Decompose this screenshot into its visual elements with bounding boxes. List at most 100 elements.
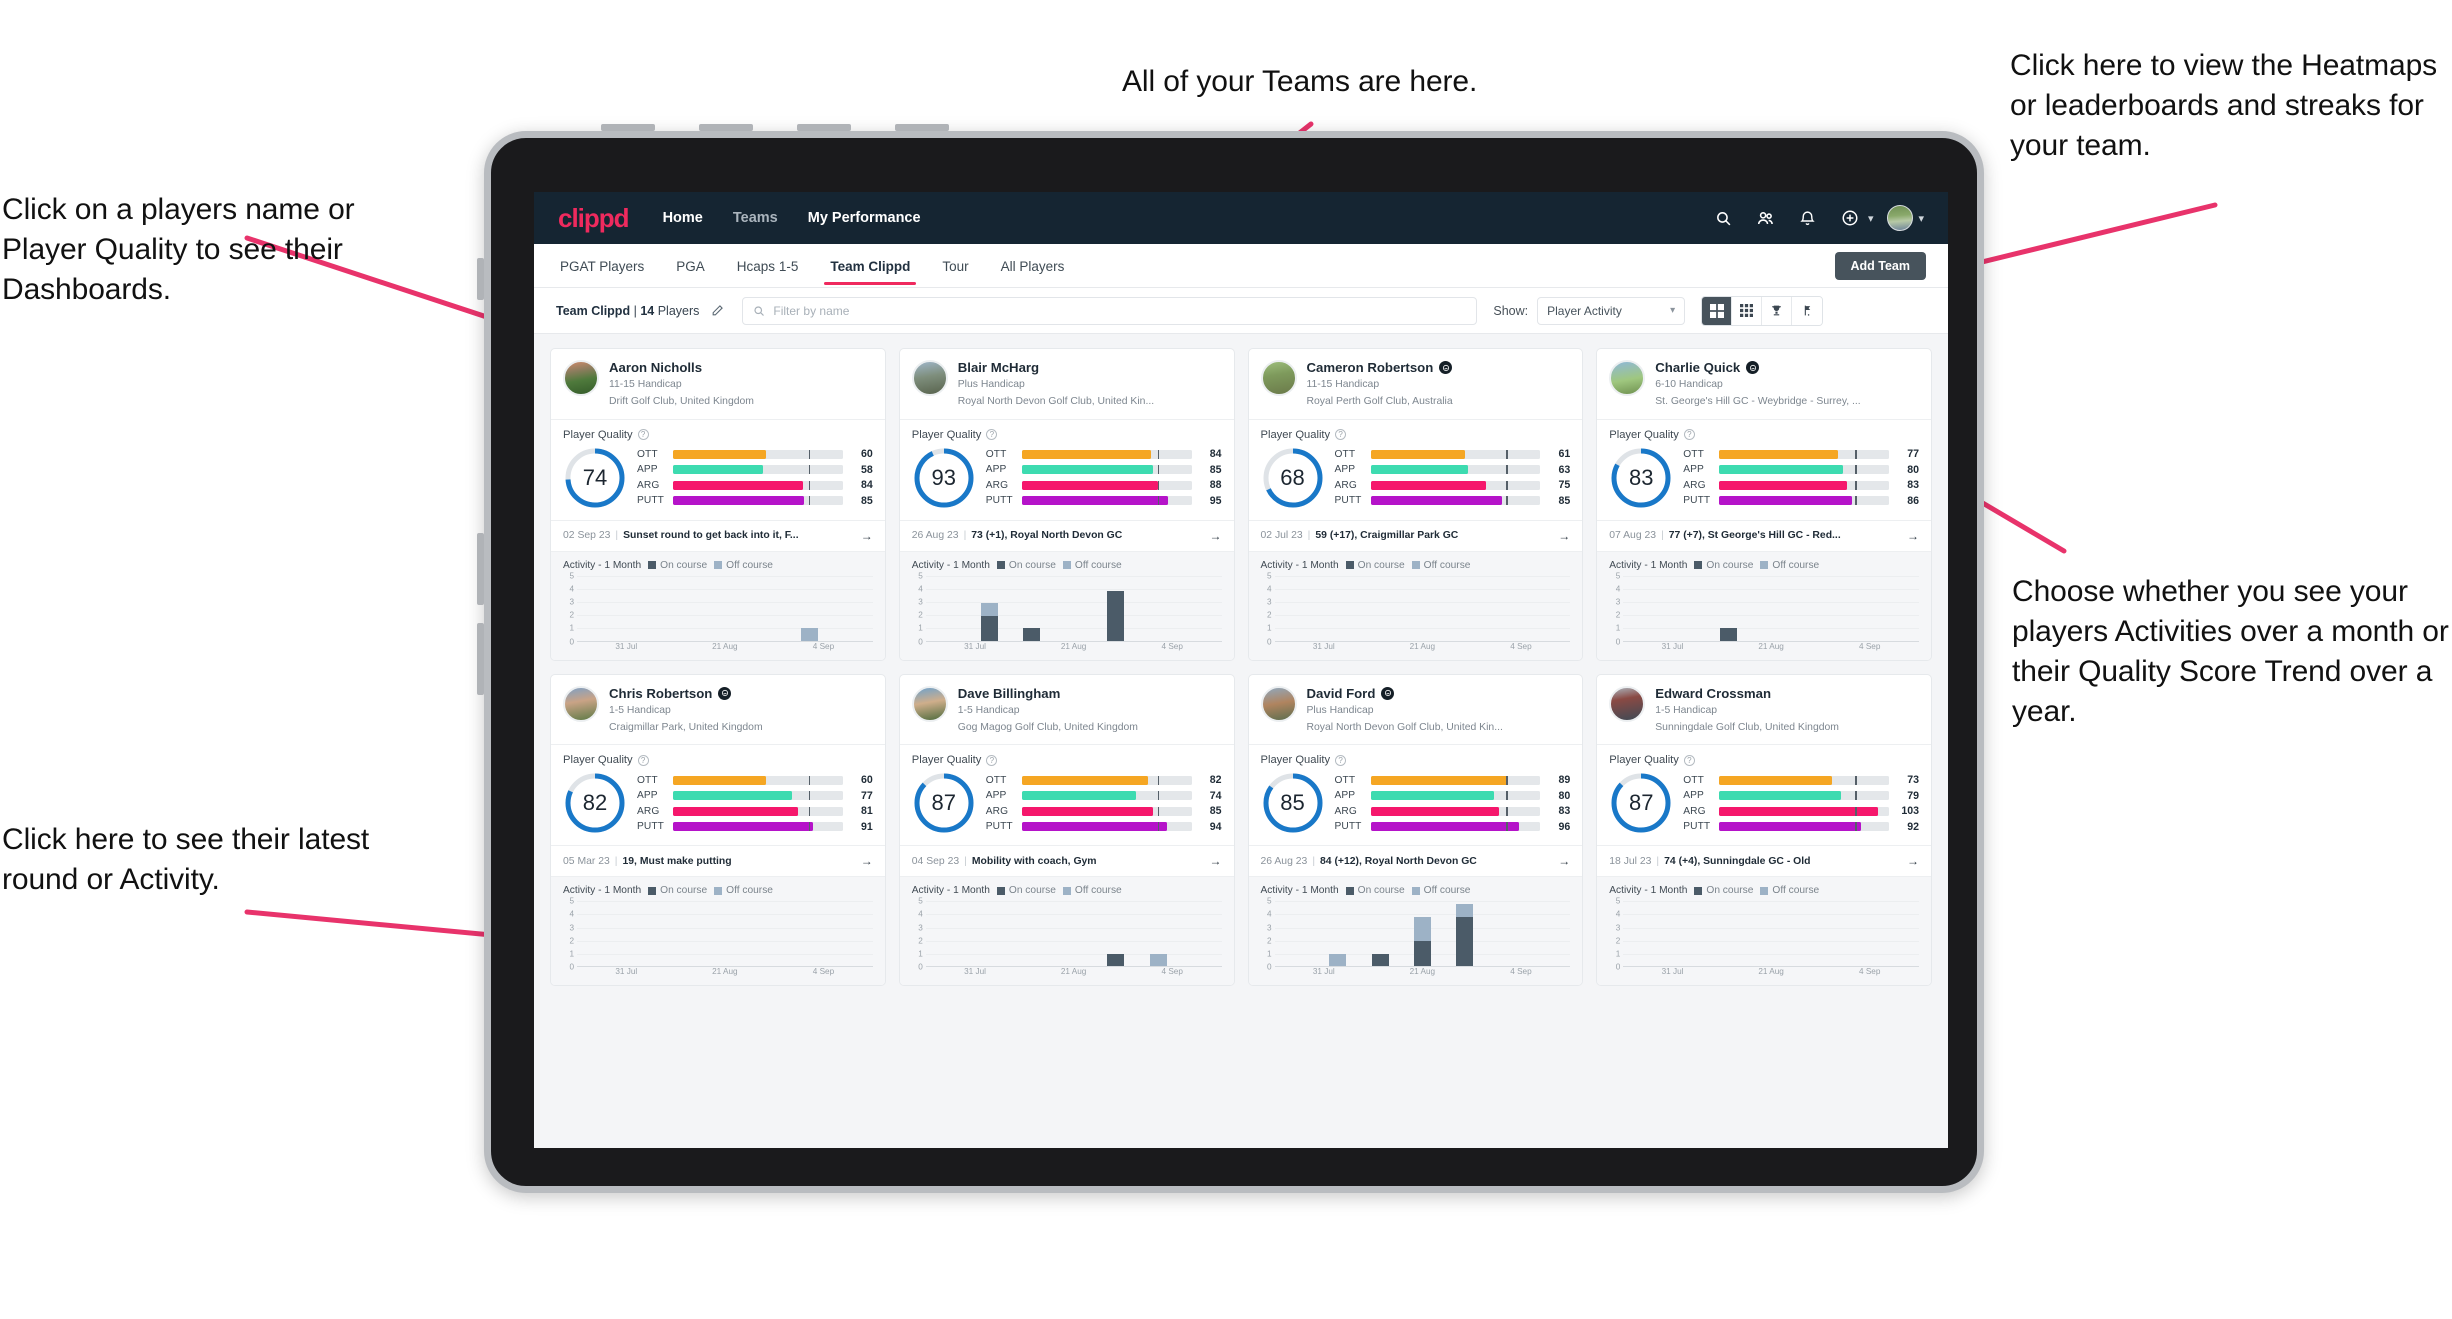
x-tick-label: 21 Aug bbox=[1409, 641, 1436, 651]
latest-round-row[interactable]: 04 Sep 23 | Mobility with coach, Gym → bbox=[900, 846, 1234, 876]
help-icon[interactable]: ? bbox=[1683, 754, 1695, 766]
player-card-header[interactable]: David Ford Plus Handicap Royal North Devon… bbox=[1249, 675, 1583, 745]
player-quality-section[interactable]: Player Quality? 83 OTT 77 APP 80 ARG 83 PUTT 86 bbox=[1597, 420, 1931, 520]
latest-round-row[interactable]: 05 Mar 23 | 19, Must make putting → bbox=[551, 846, 885, 876]
chart-slot bbox=[1317, 901, 1359, 967]
clippd-logo[interactable]: clippd bbox=[558, 203, 630, 234]
help-icon[interactable]: ? bbox=[1335, 429, 1347, 441]
chart-slot bbox=[1528, 576, 1570, 641]
player-name[interactable]: Chris Robertson bbox=[609, 686, 873, 701]
arrow-right-icon[interactable]: → bbox=[1210, 854, 1222, 868]
metric-value: 80 bbox=[1558, 789, 1571, 802]
metric-label: APP bbox=[1683, 790, 1704, 802]
player-name[interactable]: Edward Crossman bbox=[1655, 686, 1919, 701]
player-name[interactable]: David Ford bbox=[1307, 686, 1571, 701]
player-name[interactable]: Cameron Robertson bbox=[1307, 360, 1571, 375]
player-card[interactable]: Dave Billingham 1-5 Handicap Gog Magog Gol… bbox=[898, 673, 1235, 987]
latest-round-row[interactable]: 26 Aug 23 | 73 (+1), Royal North Devon GC → bbox=[900, 521, 1234, 551]
latest-round-row[interactable]: 18 Jul 23 | 74 (+4), Sunningdale GC - Old → bbox=[1597, 846, 1931, 876]
show-select[interactable]: Player Activity ▾ bbox=[1537, 296, 1686, 325]
player-quality-section[interactable]: Player Quality? 87 OTT 73 APP 79 ARG 103 PUTT 92 bbox=[1597, 745, 1931, 845]
player-card-header[interactable]: Cameron Robertson 11-15 Handicap Royal Per… bbox=[1249, 349, 1583, 419]
arrow-right-icon[interactable]: → bbox=[861, 529, 873, 543]
latest-round-row[interactable]: 02 Jul 23 | 59 (+17), Craigmillar Park GC → bbox=[1249, 521, 1583, 551]
latest-round-row[interactable]: 26 Aug 23 | 84 (+12), Royal North Devon GC… bbox=[1249, 846, 1583, 876]
arrow-right-icon[interactable]: → bbox=[1907, 854, 1919, 868]
player-card-header[interactable]: Edward Crossman 1-5 Handicap Sunningdale G… bbox=[1597, 675, 1931, 745]
arrow-right-icon[interactable]: → bbox=[861, 854, 873, 868]
tab-pga[interactable]: PGA bbox=[674, 247, 707, 285]
player-card[interactable]: Blair McHarg Plus Handicap Royal North Dev… bbox=[898, 348, 1235, 661]
plot-area bbox=[577, 901, 873, 968]
arrow-right-icon[interactable]: → bbox=[1558, 529, 1570, 543]
metric-row: PUTT 92 bbox=[1683, 821, 1919, 833]
tab-tour[interactable]: Tour bbox=[940, 247, 970, 285]
volume-button[interactable] bbox=[699, 124, 753, 131]
arrow-right-icon[interactable]: → bbox=[1210, 529, 1222, 543]
player-card-header[interactable]: Chris Robertson 1-5 Handicap Craigmillar P… bbox=[551, 675, 885, 745]
add-team-button[interactable]: Add Team bbox=[1834, 252, 1926, 280]
chevron-down-icon[interactable]: ▾ bbox=[1868, 212, 1874, 225]
help-icon[interactable]: ? bbox=[637, 754, 649, 766]
metric-label: PUTT bbox=[637, 821, 664, 833]
player-quality-section[interactable]: Player Quality? 82 OTT 60 APP 77 ARG 81 PUTT 91 bbox=[551, 745, 885, 845]
player-card-header[interactable]: Aaron Nicholls 11-15 Handicap Drift Golf C… bbox=[551, 349, 885, 419]
tab-all-players[interactable]: All Players bbox=[999, 247, 1067, 285]
bell-icon[interactable] bbox=[1793, 203, 1823, 233]
grid-dense-icon[interactable] bbox=[1732, 296, 1763, 325]
latest-round-row[interactable]: 02 Sep 23 | Sunset round to get back into … bbox=[551, 521, 885, 551]
people-icon[interactable] bbox=[1751, 203, 1781, 233]
grid-large-icon[interactable] bbox=[1702, 296, 1733, 325]
tab-hcaps-1-5[interactable]: Hcaps 1-5 bbox=[735, 247, 801, 285]
player-name[interactable]: Blair McHarg bbox=[958, 360, 1222, 375]
player-card[interactable]: Chris Robertson 1-5 Handicap Craigmillar P… bbox=[550, 673, 886, 987]
player-card-header[interactable]: Charlie Quick 6-10 Handicap St. George's H… bbox=[1597, 349, 1931, 419]
player-card[interactable]: David Ford Plus Handicap Royal North Devon… bbox=[1247, 673, 1584, 987]
player-quality-section[interactable]: Player Quality? 87 OTT 82 APP 74 ARG 85 PUTT 94 bbox=[900, 745, 1234, 845]
arrow-right-icon[interactable]: → bbox=[1558, 854, 1570, 868]
player-card[interactable]: Edward Crossman 1-5 Handicap Sunningdale G… bbox=[1596, 673, 1932, 987]
side-button[interactable] bbox=[477, 623, 484, 695]
player-name[interactable]: Charlie Quick bbox=[1655, 360, 1919, 375]
volume-button[interactable] bbox=[601, 124, 655, 131]
player-card-header[interactable]: Blair McHarg Plus Handicap Royal North Dev… bbox=[900, 349, 1234, 419]
trophy-icon[interactable] bbox=[1762, 296, 1793, 325]
plus-circle-icon[interactable] bbox=[1835, 203, 1865, 233]
player-name[interactable]: Aaron Nicholls bbox=[609, 360, 873, 375]
metric-bar bbox=[1370, 449, 1541, 459]
help-icon[interactable]: ? bbox=[986, 429, 998, 441]
help-icon[interactable]: ? bbox=[1683, 429, 1695, 441]
search-input[interactable]: Filter by name bbox=[742, 296, 1478, 325]
nav-teams[interactable]: Teams bbox=[733, 210, 778, 226]
nav-home[interactable]: Home bbox=[663, 210, 703, 226]
player-quality-section[interactable]: Player Quality? 93 OTT 84 APP 85 ARG 88 PUTT 95 bbox=[900, 420, 1234, 520]
player-card[interactable]: Aaron Nicholls 11-15 Handicap Drift Golf C… bbox=[550, 348, 886, 661]
tab-pgat-players[interactable]: PGAT Players bbox=[558, 247, 646, 285]
volume-button[interactable] bbox=[797, 124, 851, 131]
help-icon[interactable]: ? bbox=[986, 754, 998, 766]
arrow-right-icon[interactable]: → bbox=[1907, 529, 1919, 543]
separator: | bbox=[1307, 530, 1311, 542]
player-quality-section[interactable]: Player Quality? 74 OTT 60 APP 58 ARG 84 PUTT 85 bbox=[551, 420, 885, 520]
help-icon[interactable]: ? bbox=[637, 429, 649, 441]
player-name[interactable]: Dave Billingham bbox=[958, 686, 1222, 701]
search-icon[interactable] bbox=[1709, 203, 1739, 233]
help-icon[interactable]: ? bbox=[1335, 754, 1347, 766]
avatar[interactable] bbox=[1885, 203, 1915, 233]
player-quality-section[interactable]: Player Quality? 85 OTT 89 APP 80 ARG 83 PUTT 96 bbox=[1249, 745, 1583, 845]
player-card[interactable]: Cameron Robertson 11-15 Handicap Royal Per… bbox=[1247, 348, 1584, 661]
pencil-icon[interactable] bbox=[711, 304, 724, 317]
player-card-header[interactable]: Dave Billingham 1-5 Handicap Gog Magog Gol… bbox=[900, 675, 1234, 745]
player-quality-section[interactable]: Player Quality? 68 OTT 61 APP 63 ARG 75 PUTT 85 bbox=[1249, 420, 1583, 520]
y-tick-label: 3 bbox=[1615, 923, 1621, 933]
chevron-down-icon[interactable]: ▾ bbox=[1918, 212, 1924, 225]
tab-team-clippd[interactable]: Team Clippd bbox=[824, 247, 917, 285]
side-button[interactable] bbox=[477, 258, 484, 300]
volume-button[interactable] bbox=[895, 124, 949, 131]
nav-my-performance[interactable]: My Performance bbox=[808, 210, 921, 226]
latest-round-row[interactable]: 07 Aug 23 | 77 (+7), St George's Hill GC -… bbox=[1597, 521, 1931, 551]
side-button[interactable] bbox=[477, 533, 484, 605]
player-card[interactable]: Charlie Quick 6-10 Handicap St. George's H… bbox=[1596, 348, 1932, 661]
chart-slot bbox=[1877, 901, 1919, 966]
golf-flag-icon[interactable] bbox=[1792, 296, 1823, 325]
